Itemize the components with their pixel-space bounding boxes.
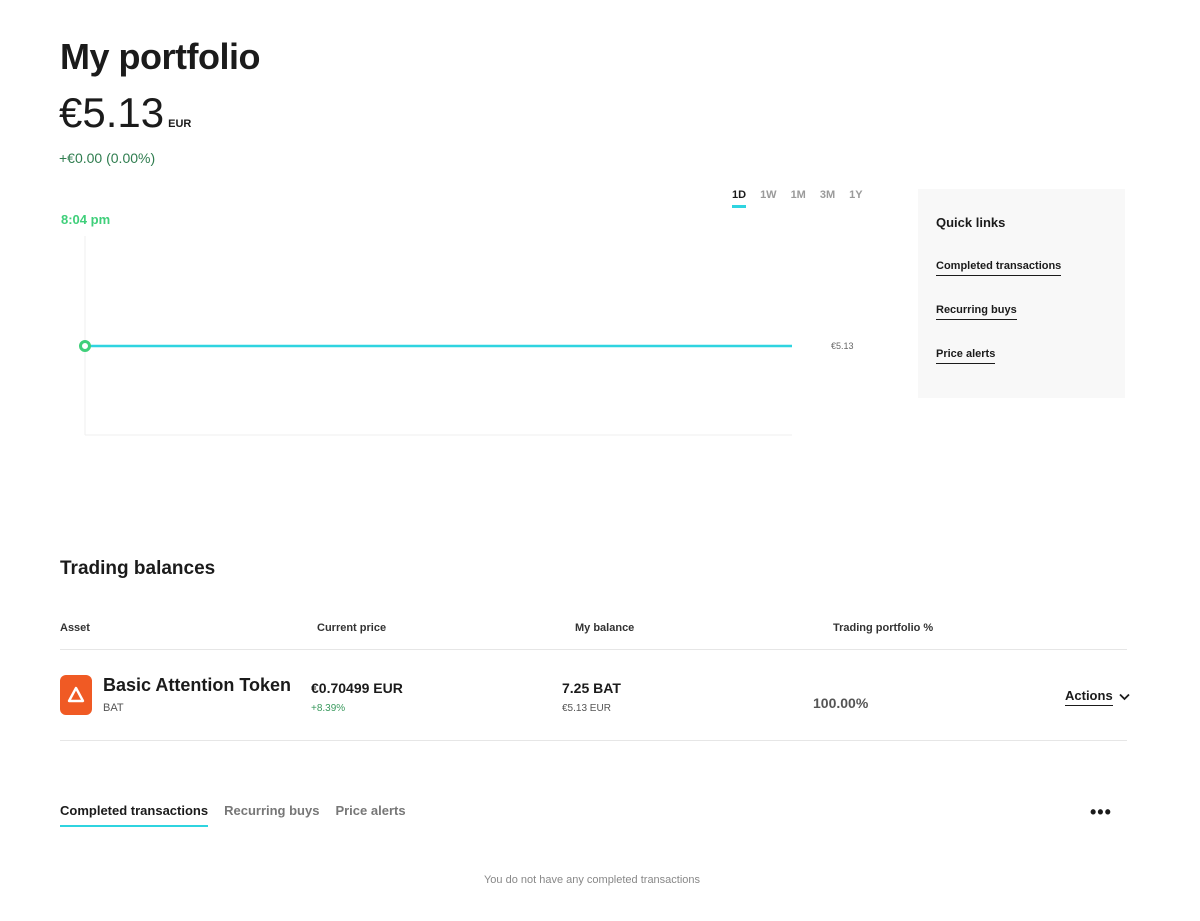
portfolio-balance: €5.13 EUR	[59, 92, 191, 134]
tab-recurring-buys[interactable]: Recurring buys	[224, 803, 319, 827]
bat-logo-icon	[60, 675, 92, 715]
balance-amount: €5.13	[59, 89, 165, 136]
chevron-down-icon	[1119, 693, 1130, 701]
column-header-my-balance: My balance	[575, 622, 635, 634]
balances-table-header: Asset Current price My balance Trading p…	[60, 622, 1127, 650]
quick-links-title: Quick links	[936, 215, 1006, 230]
price-change: +8.39%	[311, 703, 346, 714]
column-header-asset: Asset	[60, 622, 90, 634]
transactions-tabs: Completed transactions Recurring buys Pr…	[60, 803, 406, 827]
asset-name: Basic Attention Token	[103, 675, 292, 695]
current-price: €0.70499 EUR	[311, 680, 403, 696]
quick-link-recurring-buys[interactable]: Recurring buys	[936, 304, 1017, 320]
quick-link-completed-transactions[interactable]: Completed transactions	[936, 260, 1062, 276]
more-options-icon[interactable]: •••	[1090, 802, 1112, 823]
chart-end-value-label: €5.13	[831, 341, 854, 351]
balance-amount-crypto: 7.25 BAT	[562, 680, 621, 696]
page-title: My portfolio	[60, 36, 260, 77]
tab-price-alerts[interactable]: Price alerts	[335, 803, 405, 827]
balance-currency: EUR	[168, 118, 192, 130]
empty-transactions-message: You do not have any completed transactio…	[483, 874, 701, 886]
actions-dropdown[interactable]: Actions	[1065, 688, 1130, 706]
table-row[interactable]: Basic Attention Token BAT €0.70499 EUR +…	[60, 650, 1130, 741]
quick-link-price-alerts[interactable]: Price alerts	[936, 348, 996, 364]
column-header-current-price: Current price	[317, 622, 387, 634]
quick-links-panel: Quick links Completed transactions Recur…	[918, 189, 1125, 398]
trading-balances-title: Trading balances	[60, 558, 216, 579]
balance-change: +€0.00 (0.00%)	[59, 150, 156, 166]
actions-label: Actions	[1065, 688, 1113, 706]
asset-symbol: BAT	[103, 702, 124, 714]
portfolio-chart	[79, 236, 792, 436]
tab-completed-transactions[interactable]: Completed transactions	[60, 803, 209, 827]
portfolio-percentage: 100.00%	[813, 695, 869, 711]
bat-triangle-icon	[67, 686, 85, 703]
balance-amount-fiat: €5.13 EUR	[562, 703, 611, 714]
chart-start-point	[79, 340, 91, 352]
column-header-portfolio-pct: Trading portfolio %	[833, 622, 934, 634]
